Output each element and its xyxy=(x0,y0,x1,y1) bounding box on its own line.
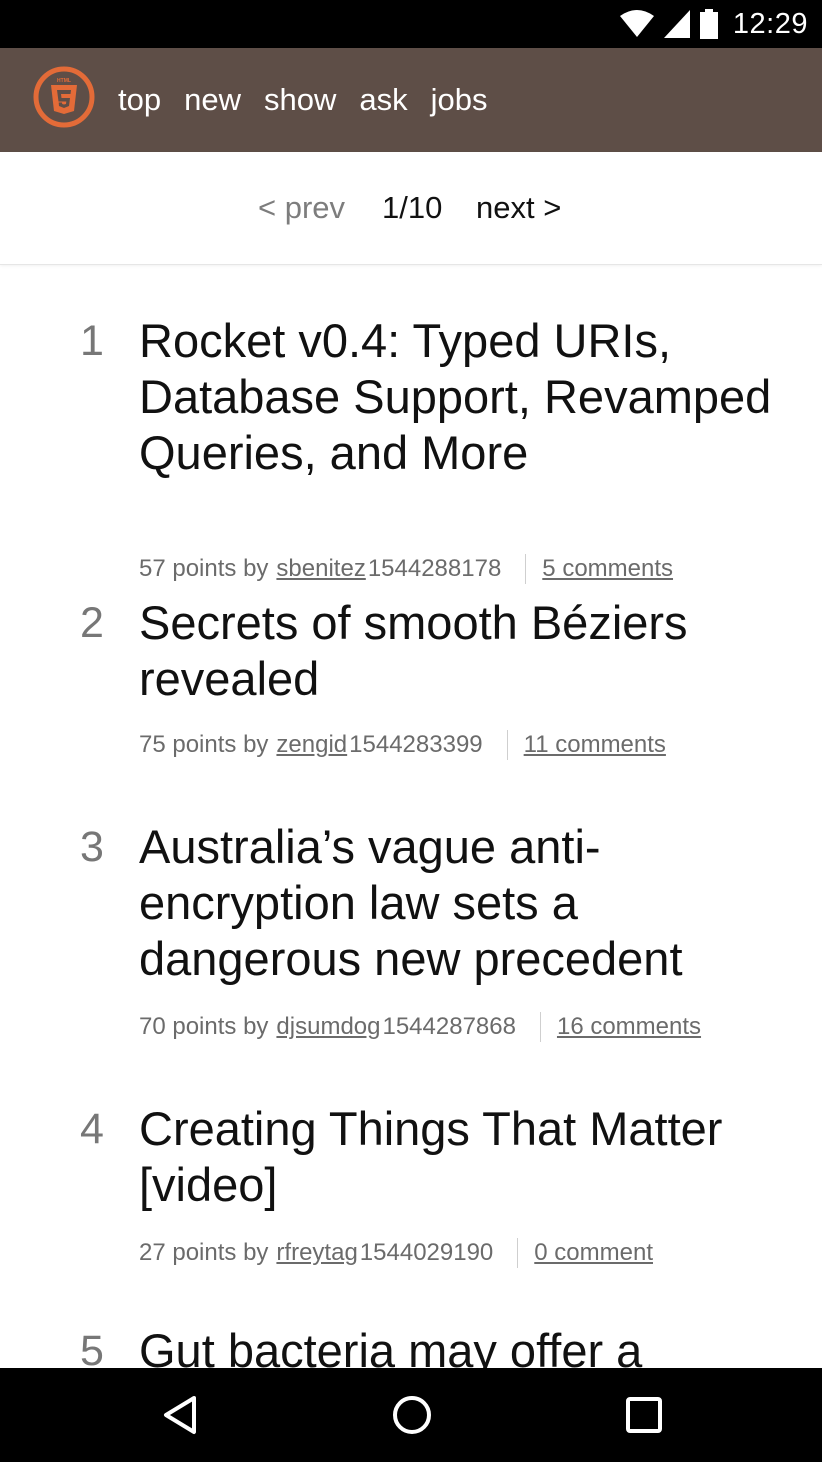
html5-logo[interactable]: HTML xyxy=(32,65,96,129)
story-title[interactable]: Gut bacteria may offer a xyxy=(139,1323,799,1368)
story-meta: 70 points by djsumdog 1544287868 16 comm… xyxy=(139,1011,701,1043)
story-user[interactable]: rfreytag xyxy=(276,1237,357,1269)
story-points: 27 points by xyxy=(139,1239,269,1266)
story-rank: 4 xyxy=(80,1105,104,1153)
story-user[interactable]: djsumdog xyxy=(276,1011,380,1043)
nav-show[interactable]: show xyxy=(264,82,336,118)
prev-button[interactable]: < prev xyxy=(258,190,345,226)
nav-new[interactable]: new xyxy=(184,82,241,118)
story-points: 70 points by xyxy=(139,1013,269,1040)
story-meta: 75 points by zengid 1544283399 11 commen… xyxy=(139,729,666,761)
meta-divider xyxy=(539,1012,541,1042)
story-time: 1544288178 xyxy=(367,555,502,582)
story-time: 1544287868 xyxy=(382,1013,516,1040)
story-title[interactable]: Creating Things That Matter [video] xyxy=(139,1101,799,1213)
nav-jobs[interactable]: jobs xyxy=(431,82,488,118)
status-icons: 12:29 xyxy=(619,0,808,48)
story-time: 1544283399 xyxy=(349,731,483,758)
story-comments-link[interactable]: 11 comments xyxy=(524,729,666,761)
story-rank: 5 xyxy=(80,1327,104,1368)
status-bar: 12:29 xyxy=(0,0,822,48)
status-time: 12:29 xyxy=(732,7,808,40)
story-meta: 27 points by rfreytag 1544029190 0 comme… xyxy=(139,1237,653,1269)
pager: < prev 1/10 next > xyxy=(0,152,822,265)
page-count: 1/10 xyxy=(382,190,443,225)
nav-ask[interactable]: ask xyxy=(359,82,407,118)
story-points: 57 points by xyxy=(139,555,269,582)
story-title[interactable]: Australia’s vague anti-encryption law se… xyxy=(139,819,799,987)
nav-tabs: top new show ask jobs xyxy=(118,48,510,152)
meta-divider xyxy=(525,554,527,584)
story-comments-link[interactable]: 0 comment xyxy=(534,1237,653,1269)
meta-divider xyxy=(506,730,508,760)
story-title[interactable]: Rocket v0.4: Typed URIs, Database Suppor… xyxy=(139,313,799,481)
back-icon[interactable] xyxy=(156,1390,206,1440)
story-title[interactable]: Secrets of smooth Béziers revealed xyxy=(139,595,799,707)
story-time: 1544029190 xyxy=(359,1239,494,1266)
story-meta: 57 points by sbenitez 1544288178 5 comme… xyxy=(139,553,673,585)
wifi-icon xyxy=(619,10,654,37)
app-bar: HTML top new show ask jobs xyxy=(0,48,822,152)
recents-icon[interactable] xyxy=(619,1390,669,1440)
meta-divider xyxy=(517,1238,519,1268)
home-icon[interactable] xyxy=(387,1390,437,1440)
nav-top[interactable]: top xyxy=(118,82,161,118)
story-rank: 1 xyxy=(80,317,104,365)
story-user[interactable]: zengid xyxy=(276,729,347,761)
story-user[interactable]: sbenitez xyxy=(276,553,365,585)
battery-icon xyxy=(699,9,718,39)
story-rank: 3 xyxy=(80,823,104,871)
story-comments-link[interactable]: 5 comments xyxy=(542,553,673,585)
story-list: 1 Rocket v0.4: Typed URIs, Database Supp… xyxy=(0,265,822,1368)
story-rank: 2 xyxy=(80,599,104,647)
signal-icon xyxy=(663,10,690,38)
system-nav-bar xyxy=(0,1368,822,1462)
story-points: 75 points by xyxy=(139,731,269,758)
next-button[interactable]: next > xyxy=(476,190,561,226)
svg-text:HTML: HTML xyxy=(57,78,71,84)
story-comments-link[interactable]: 16 comments xyxy=(557,1011,701,1043)
